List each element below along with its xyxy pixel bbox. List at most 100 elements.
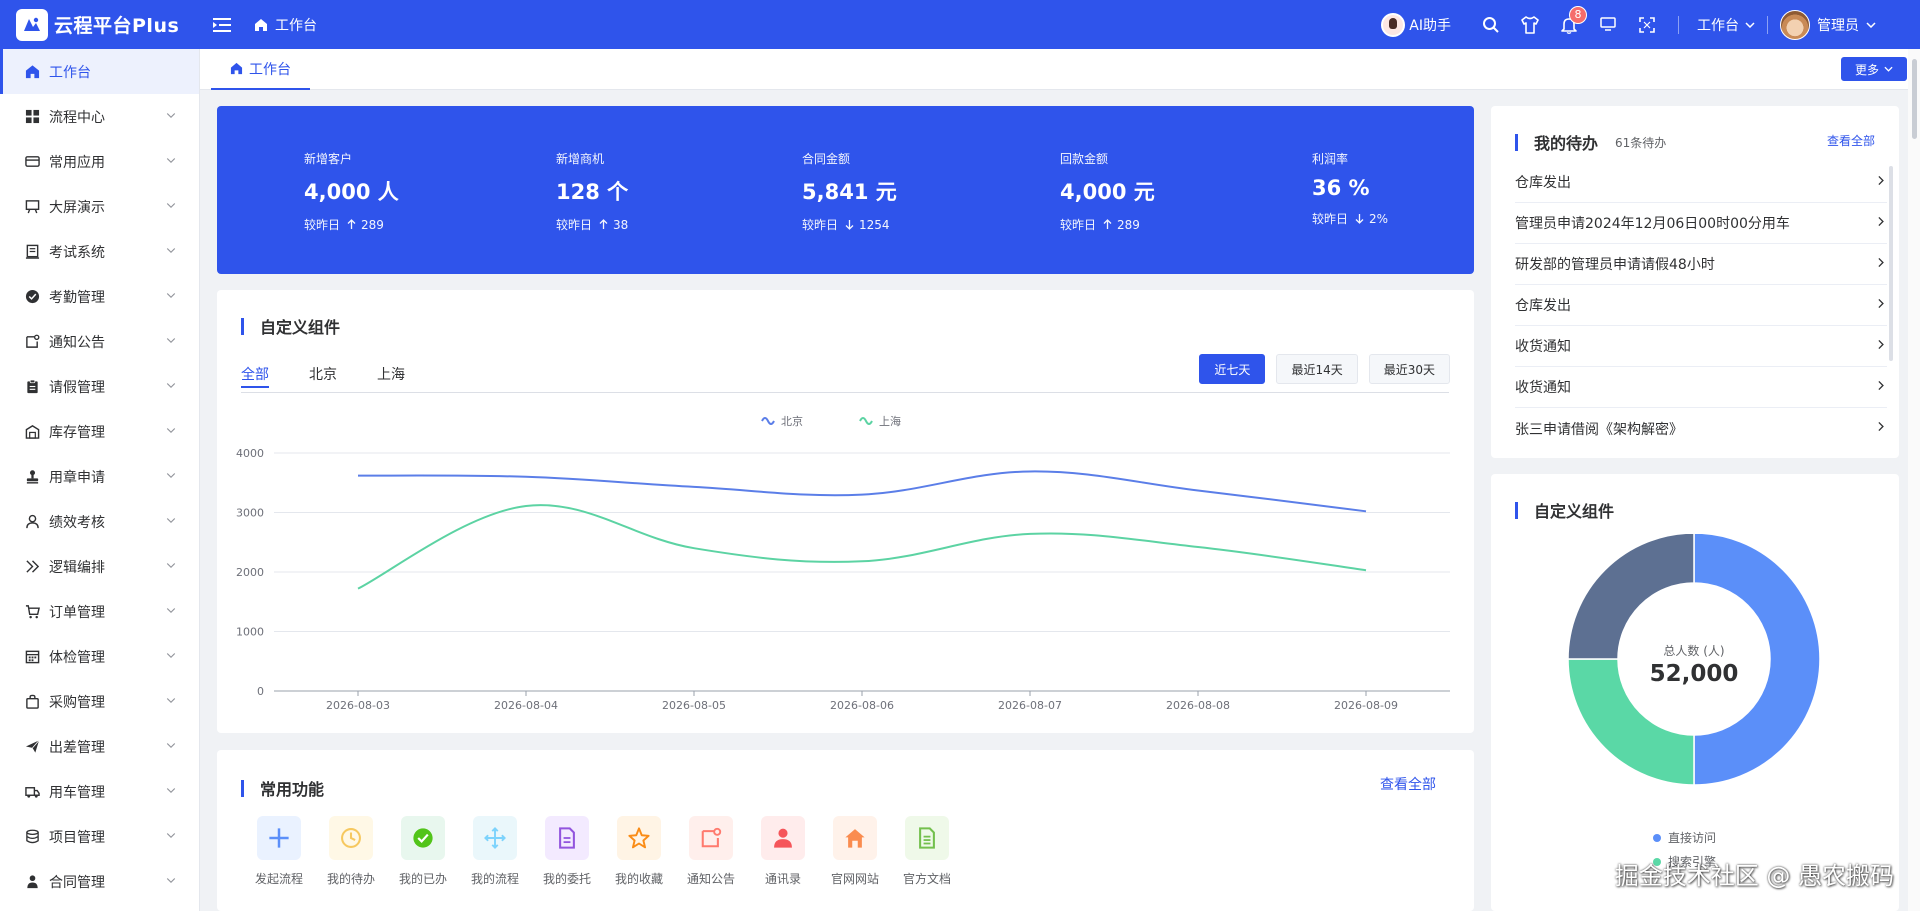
sidebar-item[interactable]: 库存管理 xyxy=(0,409,199,454)
shirt-icon[interactable] xyxy=(1510,0,1549,49)
sidebar-item[interactable]: 订单管理 xyxy=(0,589,199,634)
sidebar-item[interactable]: 体检管理 xyxy=(0,634,199,679)
monitor-icon[interactable] xyxy=(1588,0,1627,49)
sidebar-item[interactable]: 合同管理 xyxy=(0,859,199,904)
page-scrollbar[interactable] xyxy=(1908,49,1920,911)
top-header: 云程平台Plus 工作台 AI助手 8 工作台 管理员 xyxy=(0,0,1920,49)
chevron-down-icon xyxy=(1866,21,1876,28)
plus-icon xyxy=(257,816,301,860)
todo-item[interactable]: 仓库发出 xyxy=(1515,162,1887,203)
sidebar-item[interactable]: 绩效考核 xyxy=(0,499,199,544)
ai-helper-button[interactable]: AI助手 xyxy=(1381,12,1451,37)
shortcuts-view-all-link[interactable]: 查看全部 xyxy=(1380,774,1436,794)
workspace-select[interactable]: 工作台 xyxy=(1697,15,1755,35)
shortcut-label: 官网网站 xyxy=(830,872,879,886)
shortcut-item[interactable]: 通讯录 xyxy=(747,816,819,887)
check-circle-icon xyxy=(401,816,445,860)
todo-item[interactable]: 管理员申请2024年12月06日00时00分用车 xyxy=(1515,203,1887,244)
sidebar-item[interactable]: 流程中心 xyxy=(0,94,199,139)
bell-icon[interactable]: 8 xyxy=(1549,0,1588,49)
sidebar-item-label: 请假管理 xyxy=(49,379,105,396)
sidebar-item[interactable]: 考试系统 xyxy=(0,229,199,274)
stat-label: 新增商机 xyxy=(556,152,605,166)
chevron-down-icon xyxy=(165,379,177,395)
line-chart: 0 1000 2000 3000 4000 2026-08-03 2026-08-04 202… xyxy=(236,414,1450,712)
scrollbar-thumb[interactable] xyxy=(1912,59,1917,139)
home-icon xyxy=(24,64,40,80)
sidebar-item[interactable]: 请假管理 xyxy=(0,364,199,409)
todo-view-all-link[interactable]: 查看全部 xyxy=(1827,132,1875,149)
person-icon xyxy=(24,874,40,890)
series-line-1 xyxy=(357,504,1367,590)
shortcut-item[interactable]: 我的已办 xyxy=(387,816,459,887)
shortcut-item[interactable]: 发起流程 xyxy=(243,816,315,887)
sidebar-item-label: 流程中心 xyxy=(49,109,105,126)
chevron-right-icon xyxy=(1874,256,1887,273)
todo-item[interactable]: 研发部的管理员申请请假48小时 xyxy=(1515,244,1887,285)
stat-value: 36 % xyxy=(1312,176,1370,200)
arrow-down-icon xyxy=(845,220,854,230)
breadcrumb: 工作台 xyxy=(254,15,317,35)
donut-slice[interactable] xyxy=(1567,534,1695,660)
collapse-menu-icon[interactable] xyxy=(212,15,232,35)
user-menu[interactable]: 管理员 xyxy=(1780,9,1876,40)
legend-label[interactable]: 北京 xyxy=(781,414,803,428)
search-icon[interactable] xyxy=(1471,0,1510,49)
shortcut-item[interactable]: 我的待办 xyxy=(315,816,387,887)
x-tick-label: 2026-08-06 xyxy=(830,699,894,712)
todo-item[interactable]: 张三申请借阅《架构解密》 xyxy=(1515,408,1887,449)
stat-item: 新增商机 128 个 较昨日 38 xyxy=(556,150,628,233)
shortcut-item[interactable]: 我的委托 xyxy=(531,816,603,887)
todo-scrollbar[interactable] xyxy=(1889,166,1893,361)
sidebar-item[interactable]: 逻辑编排 xyxy=(0,544,199,589)
sidebar-item[interactable]: 用车管理 xyxy=(0,769,199,814)
shortcut-item[interactable]: 通知公告 xyxy=(675,816,747,887)
home-icon xyxy=(230,62,243,75)
stats-banner: 新增客户 4,000 人 较昨日 289 新增商机 128 个 较昨日 38 合同金额 … xyxy=(217,106,1474,274)
chevron-down-icon xyxy=(165,424,177,440)
exam-icon xyxy=(24,244,40,260)
donut-slice[interactable] xyxy=(1693,534,1821,786)
todo-item[interactable]: 收货通知 xyxy=(1515,326,1887,367)
sidebar-item[interactable]: 常用应用 xyxy=(0,139,199,184)
sidebar-item[interactable]: 用章申请 xyxy=(0,454,199,499)
todo-item-label: 收货通知 xyxy=(1515,380,1571,396)
more-label: 更多 xyxy=(1854,62,1879,77)
todo-item[interactable]: 仓库发出 xyxy=(1515,285,1887,326)
todo-item[interactable]: 收货通知 xyxy=(1515,367,1887,408)
user-name: 管理员 xyxy=(1817,17,1859,34)
arrow-up-icon xyxy=(599,219,608,229)
sidebar-item[interactable]: 考勤管理 xyxy=(0,274,199,319)
sidebar-item[interactable]: 采购管理 xyxy=(0,679,199,724)
sidebar-item[interactable]: 大屏演示 xyxy=(0,184,199,229)
tab-workbench[interactable]: 工作台 xyxy=(211,49,310,90)
x-tick-label: 2026-08-09 xyxy=(1334,699,1398,712)
shortcut-item[interactable]: 我的流程 xyxy=(459,816,531,887)
y-tick-label: 3000 xyxy=(236,507,264,520)
shortcut-item[interactable]: 官网网站 xyxy=(819,816,891,887)
legend-label[interactable]: 上海 xyxy=(879,414,901,428)
stat-compare-label: 较昨日 xyxy=(1060,218,1097,232)
more-button[interactable]: 更多 xyxy=(1841,57,1907,81)
sidebar-item[interactable]: 工作台 xyxy=(0,49,199,94)
fullscreen-icon[interactable] xyxy=(1627,0,1666,49)
donut-legend-item[interactable]: 直接访问 xyxy=(1653,829,1716,846)
sidebar-item-label: 出差管理 xyxy=(49,739,105,756)
sidebar-item-label: 常用应用 xyxy=(49,154,105,171)
divider xyxy=(1678,15,1679,34)
stat-delta: 289 xyxy=(361,218,384,232)
chevron-down-icon xyxy=(165,514,177,530)
x-tick-label: 2026-08-03 xyxy=(326,699,390,712)
sidebar-item[interactable]: 通知公告 xyxy=(0,319,199,364)
calendar-icon xyxy=(24,649,40,665)
shortcut-label: 我的已办 xyxy=(398,872,447,886)
stat-value: 4,000 元 xyxy=(1060,180,1155,204)
chevron-down-icon xyxy=(1884,66,1893,72)
sidebar-item[interactable]: 项目管理 xyxy=(0,814,199,859)
shortcut-item[interactable]: 官方文档 xyxy=(891,816,963,887)
sidebar-item-label: 考勤管理 xyxy=(49,289,105,306)
shortcut-item[interactable]: 我的收藏 xyxy=(603,816,675,887)
brand[interactable]: 云程平台Plus xyxy=(0,0,200,49)
stat-compare-label: 较昨日 xyxy=(1312,212,1349,226)
sidebar-item[interactable]: 出差管理 xyxy=(0,724,199,769)
